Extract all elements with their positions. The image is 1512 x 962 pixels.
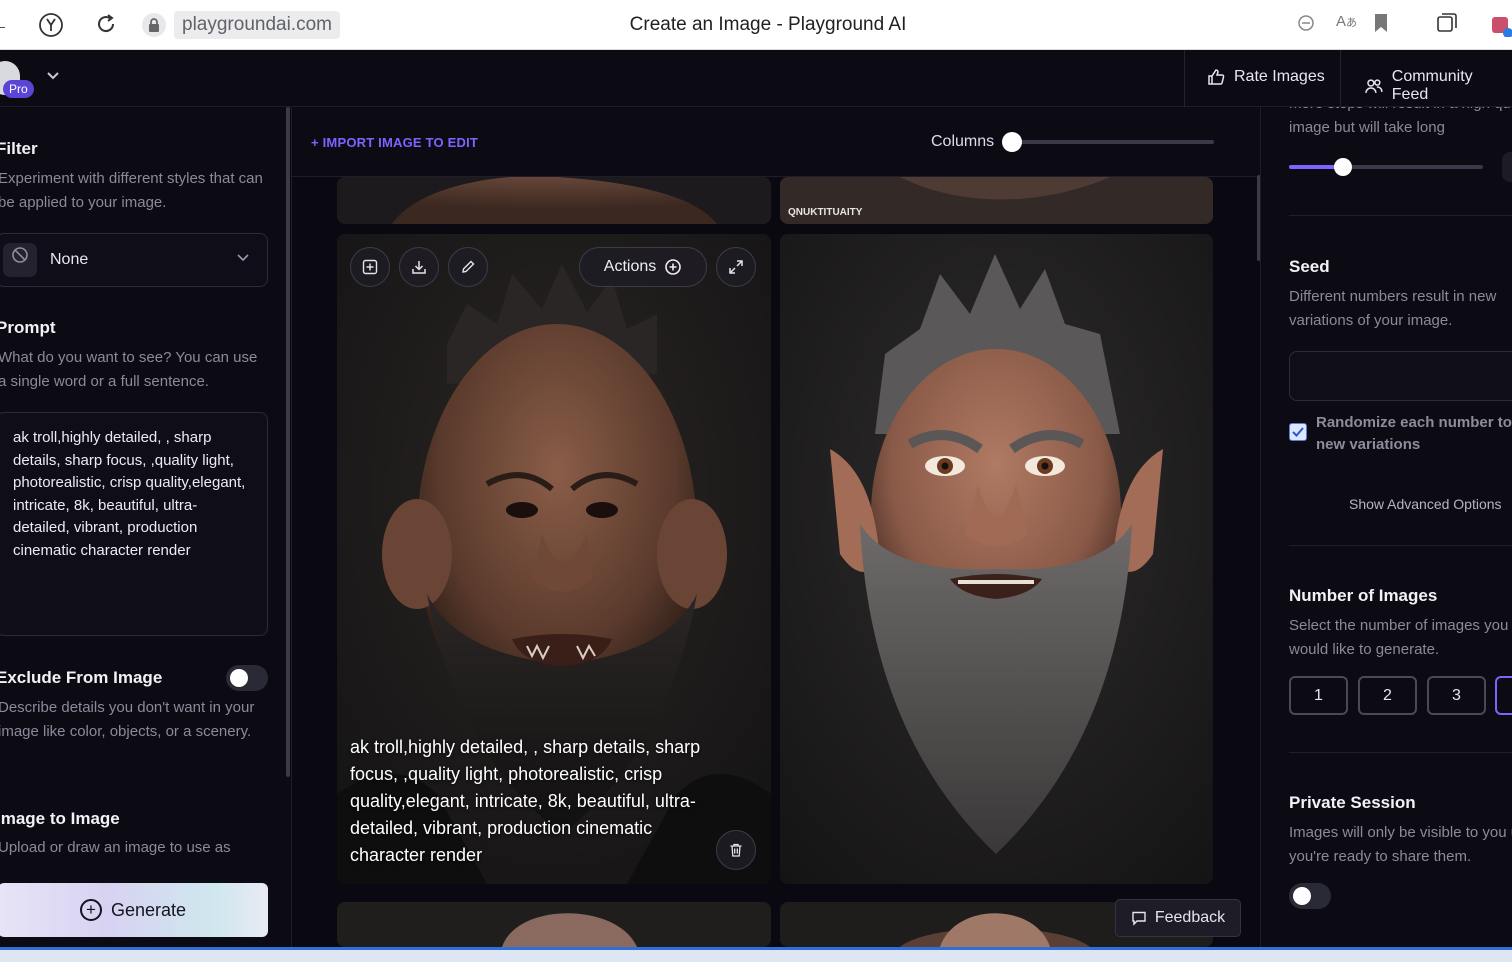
filter-select[interactable]: None bbox=[0, 233, 268, 287]
add-to-canvas-button[interactable] bbox=[350, 247, 390, 287]
app-header: Pro Rate Images Community Feed bbox=[0, 50, 1512, 107]
image-tile[interactable] bbox=[780, 234, 1213, 884]
plus-circle-icon bbox=[665, 259, 682, 275]
filter-title: Filter bbox=[0, 139, 38, 158]
expand-button[interactable] bbox=[716, 247, 756, 287]
bearded-troll-image bbox=[780, 234, 1213, 884]
seed-title: Seed bbox=[1289, 257, 1330, 276]
os-taskbar bbox=[0, 947, 1512, 962]
exclude-toggle[interactable] bbox=[226, 665, 268, 691]
prompt-description: What do you want to see? You can use a s… bbox=[0, 349, 258, 390]
private-session-title: Private Session bbox=[1289, 793, 1416, 812]
private-session-toggle[interactable] bbox=[1289, 883, 1331, 909]
prompt-input[interactable]: ak troll,highly detailed, , sharp detail… bbox=[0, 412, 268, 636]
thumbs-up-icon bbox=[1208, 69, 1225, 85]
account-chevron-icon[interactable] bbox=[46, 68, 60, 84]
num-images-option-4[interactable] bbox=[1495, 676, 1512, 715]
message-icon bbox=[1132, 911, 1146, 926]
browser-chrome: ← playgroundai.com Create an Image - Pla… bbox=[0, 0, 1512, 50]
header-divider bbox=[1340, 50, 1341, 107]
plus-circle-icon: + bbox=[79, 899, 102, 921]
chat-icon[interactable] bbox=[1296, 13, 1316, 38]
num-images-option-3[interactable]: 3 bbox=[1427, 676, 1486, 715]
pro-badge: Pro bbox=[3, 80, 34, 98]
import-image-link[interactable]: + IMPORT IMAGE TO EDIT bbox=[311, 135, 478, 150]
section-divider bbox=[1289, 545, 1512, 546]
generate-button[interactable]: + Generate bbox=[0, 883, 268, 937]
collections-icon[interactable] bbox=[1435, 13, 1457, 40]
number-of-images-description: Select the number of images you would li… bbox=[1289, 617, 1509, 658]
bookmark-icon[interactable] bbox=[1373, 13, 1389, 38]
num-images-option-1[interactable]: 1 bbox=[1289, 676, 1348, 715]
left-settings-panel: Filter Experiment with different styles … bbox=[0, 107, 290, 947]
extension-icon[interactable] bbox=[1490, 13, 1512, 42]
columns-slider[interactable] bbox=[1014, 140, 1214, 144]
image-tile[interactable]: Actions ak troll,highly detailed, , shar… bbox=[337, 234, 771, 884]
columns-slider-handle[interactable] bbox=[1002, 132, 1022, 152]
tab-title: Create an Image - Playground AI bbox=[629, 14, 907, 35]
private-session-description: Images will only be visible to you until… bbox=[1289, 824, 1512, 865]
steps-value-box[interactable] bbox=[1502, 152, 1512, 182]
section-divider bbox=[1289, 752, 1512, 753]
exclude-description: Describe details you don't want in your … bbox=[0, 699, 255, 740]
image-tile[interactable] bbox=[337, 177, 771, 224]
prompt-title: Prompt bbox=[0, 318, 56, 337]
show-advanced-options-link[interactable]: Show Advanced Options bbox=[1349, 496, 1502, 512]
img2img-description: Upload or draw an image to use as bbox=[0, 839, 231, 856]
feedback-label: Feedback bbox=[1154, 909, 1226, 926]
rate-images-link[interactable]: Rate Images bbox=[1207, 68, 1325, 86]
img2img-title: Image to Image bbox=[0, 809, 120, 828]
steps-description: more steps will result in a high quality… bbox=[1289, 107, 1512, 136]
watermark-text: QNUKTITUAITY bbox=[788, 207, 863, 218]
steps-slider[interactable] bbox=[1289, 165, 1483, 169]
generate-label: Generate bbox=[110, 899, 187, 920]
gallery-scrollbar[interactable] bbox=[1257, 175, 1260, 261]
left-scrollbar[interactable] bbox=[286, 107, 290, 777]
section-divider bbox=[1289, 215, 1512, 216]
filter-description: Experiment with different styles that ca… bbox=[0, 170, 263, 211]
no-filter-icon bbox=[3, 243, 37, 277]
number-of-images-title: Number of Images bbox=[1289, 586, 1438, 605]
community-feed-label: Community Feed bbox=[1391, 68, 1473, 103]
header-divider bbox=[1184, 50, 1185, 107]
edit-button[interactable] bbox=[448, 247, 488, 287]
image-gallery: + IMPORT IMAGE TO EDIT Columns QNUKTITUA… bbox=[291, 107, 1261, 947]
actions-button[interactable]: Actions bbox=[579, 247, 707, 287]
chevron-down-icon bbox=[237, 250, 249, 265]
steps-slider-handle[interactable] bbox=[1334, 158, 1352, 176]
actions-label: Actions bbox=[603, 258, 657, 275]
seed-description: Different numbers result in new variatio… bbox=[1289, 288, 1497, 329]
image-tile[interactable]: QNUKTITUAITY bbox=[780, 177, 1213, 224]
translate-icon[interactable]: Aあ bbox=[1336, 13, 1357, 30]
right-settings-panel: more steps will result in a high quality… bbox=[1262, 107, 1512, 947]
num-images-option-2[interactable]: 2 bbox=[1358, 676, 1417, 715]
community-feed-link[interactable]: Community Feed bbox=[1365, 68, 1512, 104]
image-prompt-caption: ak troll,highly detailed, , sharp detail… bbox=[350, 737, 701, 865]
filter-value: None bbox=[50, 251, 89, 268]
seed-input[interactable] bbox=[1289, 351, 1512, 401]
image-tile[interactable] bbox=[337, 902, 771, 947]
randomize-checkbox[interactable] bbox=[1289, 423, 1307, 441]
gallery-toolbar: + IMPORT IMAGE TO EDIT Columns bbox=[292, 107, 1260, 177]
users-icon bbox=[1365, 79, 1383, 94]
columns-label: Columns bbox=[931, 133, 995, 150]
feedback-button[interactable]: Feedback bbox=[1115, 899, 1241, 937]
exclude-title: Exclude From Image bbox=[0, 668, 163, 687]
randomize-label: Randomize each number to new variations bbox=[1316, 414, 1512, 453]
download-button[interactable] bbox=[399, 247, 439, 287]
delete-button[interactable] bbox=[716, 830, 756, 870]
rate-images-label: Rate Images bbox=[1234, 68, 1325, 85]
